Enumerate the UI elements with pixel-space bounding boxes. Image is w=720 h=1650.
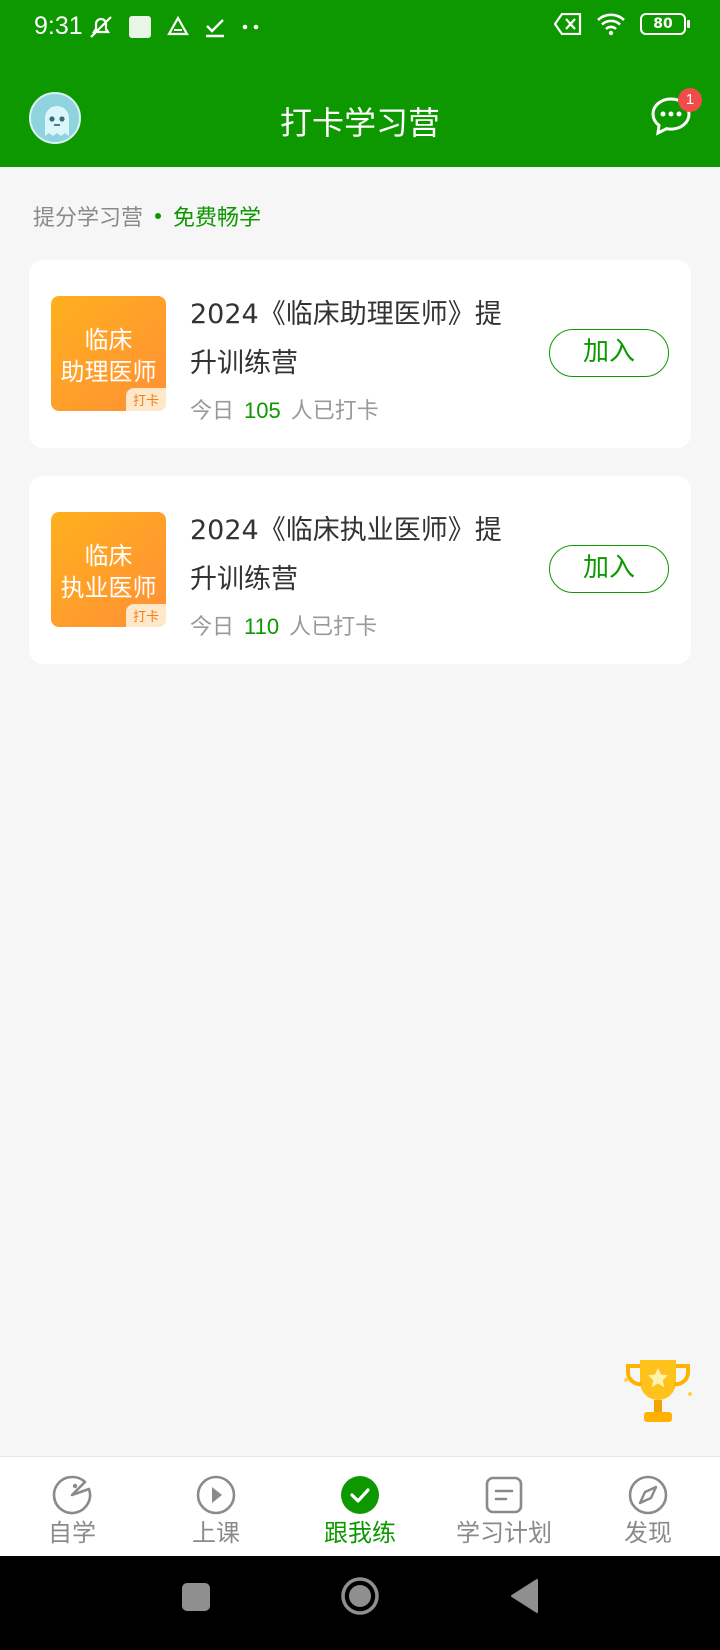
camp-thumbnail: 临床 助理医师 打卡 <box>51 296 166 411</box>
thumbnail-line1: 临床 <box>84 542 133 570</box>
camp-title: 2024《临床助理医师》提升训练营 <box>190 299 502 379</box>
check-circle-icon <box>341 1476 379 1514</box>
join-button[interactable]: 加入 <box>549 329 669 377</box>
thumbnail-line2: 助理医师 <box>60 358 157 386</box>
bottom-tab-bar: 自学 上课 跟我练 学习计划 发现 <box>0 1456 720 1556</box>
camp-title: 2024《临床执业医师》提升训练营 <box>190 515 502 595</box>
battery-indicator: 80 <box>640 13 690 35</box>
section-tag: 免费畅学 <box>173 206 262 231</box>
plan-icon <box>485 1476 523 1514</box>
separator-dot <box>155 213 162 219</box>
bell-off-icon <box>90 16 112 38</box>
tab-class[interactable]: 上课 <box>144 1457 288 1556</box>
stat-suffix: 人已打卡 <box>290 399 379 424</box>
tab-label: 发现 <box>624 1519 672 1547</box>
tab-label: 上课 <box>192 1519 240 1547</box>
tab-label: 跟我练 <box>324 1519 396 1547</box>
tab-practice[interactable]: 跟我练 <box>288 1457 432 1556</box>
camp-card[interactable]: 临床 执业医师 打卡 2024《临床执业医师》提升训练营 今日 110 人已打卡 加… <box>29 476 691 664</box>
message-button[interactable]: 1 <box>650 88 702 136</box>
drive-icon <box>167 15 189 36</box>
trophy-button[interactable] <box>618 1350 698 1432</box>
thumbnail-tag: 打卡 <box>125 604 166 627</box>
camp-card[interactable]: 临床 助理医师 打卡 2024《临床助理医师》提升训练营 今日 105 人已打卡 加… <box>29 260 691 448</box>
tab-self-study[interactable]: 自学 <box>0 1457 144 1556</box>
status-system-icons: 80 <box>554 12 690 36</box>
tab-study-plan[interactable]: 学习计划 <box>432 1457 576 1556</box>
status-time: 9:31 <box>34 12 83 40</box>
tab-discover[interactable]: 发现 <box>576 1457 720 1556</box>
tab-label: 学习计划 <box>456 1519 552 1547</box>
camp-checkin-stat: 今日 105 人已打卡 <box>190 393 379 425</box>
app-header: 打卡学习营 1 <box>0 56 720 167</box>
system-navigation-bar <box>0 1556 720 1650</box>
download-done-icon <box>206 19 224 38</box>
thumbnail-tag: 打卡 <box>125 388 166 411</box>
stat-prefix: 今日 <box>190 399 235 424</box>
thumbnail-line1: 临床 <box>84 326 133 354</box>
stat-suffix: 人已打卡 <box>289 615 378 640</box>
checkin-count: 105 <box>244 398 281 423</box>
trophy-icon <box>624 1360 692 1422</box>
play-circle-icon <box>196 1475 236 1515</box>
compass-icon <box>628 1475 668 1515</box>
status-bar: 9:31 80 <box>0 0 720 56</box>
sim-off-icon <box>554 13 582 35</box>
wifi-icon <box>597 13 625 36</box>
stat-prefix: 今日 <box>190 615 235 640</box>
status-notification-icons <box>88 14 262 40</box>
app-notification-icon <box>129 16 151 38</box>
join-button[interactable]: 加入 <box>549 545 669 593</box>
section-label: 提分学习营 <box>33 206 144 231</box>
checkin-count: 110 <box>244 614 280 639</box>
back-button[interactable] <box>509 1578 539 1614</box>
more-dots-icon <box>242 24 259 30</box>
tab-label: 自学 <box>48 1519 96 1547</box>
section-heading: 提分学习营 免费畅学 <box>33 200 261 232</box>
camp-thumbnail: 临床 执业医师 打卡 <box>51 512 166 627</box>
unread-badge: 1 <box>678 88 702 112</box>
recent-apps-button[interactable] <box>181 1582 211 1612</box>
home-button[interactable] <box>340 1576 380 1616</box>
thumbnail-line2: 执业医师 <box>60 574 157 602</box>
camp-checkin-stat: 今日 110 人已打卡 <box>190 609 377 641</box>
page-title: 打卡学习营 <box>279 104 440 142</box>
pacman-icon <box>52 1475 92 1515</box>
